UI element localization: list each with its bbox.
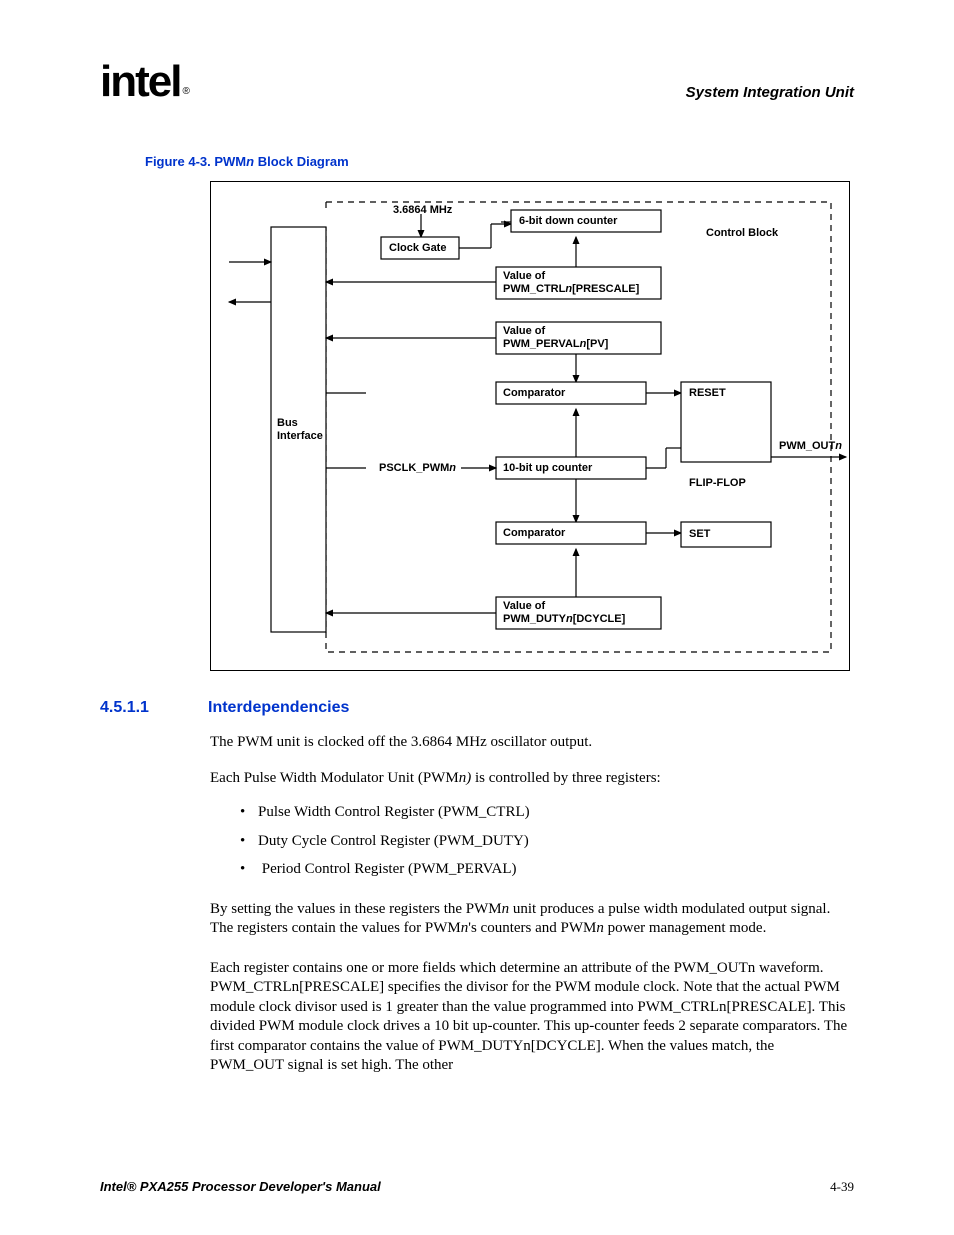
label-prescale: Value of PWM_CTRLn[PRESCALE] (503, 270, 639, 296)
page-header-title: System Integration Unit (686, 84, 854, 101)
register-list: Pulse Width Control Register (PWM_CTRL) … (240, 798, 840, 884)
section-number: 4.5.1.1 (100, 699, 180, 717)
label-comparator-2: Comparator (503, 527, 565, 540)
paragraph-2: Each Pulse Width Modulator Unit (PWMn) i… (210, 769, 850, 789)
label-control-block: Control Block (706, 227, 778, 240)
label-down-counter: 6-bit down counter (519, 215, 617, 228)
intel-logo: intel® (100, 60, 186, 104)
label-up-counter: 10-bit up counter (503, 462, 592, 475)
footer-title: Intel® PXA255 Processor Developer's Manu… (100, 1179, 381, 1195)
label-clock-gate: Clock Gate (389, 242, 446, 255)
label-set: SET (689, 528, 710, 541)
label-reset: RESET (689, 387, 726, 400)
figure-caption: Figure 4-3. PWMn Block Diagram (145, 154, 854, 169)
label-pwm-out: PWM_OUTn (779, 440, 842, 453)
label-bus-interface: BusInterface (277, 417, 321, 443)
paragraph-3: By setting the values in these registers… (210, 900, 850, 939)
label-clock-freq: 3.6864 MHz (393, 204, 452, 217)
list-item: Pulse Width Control Register (PWM_CTRL) (240, 798, 840, 827)
list-item: Period Control Register (PWM_PERVAL) (240, 855, 840, 884)
label-flipflop: FLIP-FLOP (689, 477, 746, 490)
label-perval: Value of PWM_PERVALn[PV] (503, 325, 608, 351)
paragraph-4: Each register contains one or more field… (210, 959, 850, 1076)
label-comparator-1: Comparator (503, 387, 565, 400)
label-duty: Value of PWM_DUTYn[DCYCLE] (503, 600, 625, 626)
paragraph-1: The PWM unit is clocked off the 3.6864 M… (210, 733, 850, 753)
block-diagram: 3.6864 MHz Clock Gate 6-bit down counter… (210, 181, 850, 671)
section-title: Interdependencies (208, 699, 349, 717)
label-psclk: PSCLK_PWMn (379, 462, 456, 475)
page-number: 4-39 (830, 1179, 854, 1195)
list-item: Duty Cycle Control Register (PWM_DUTY) (240, 827, 840, 856)
